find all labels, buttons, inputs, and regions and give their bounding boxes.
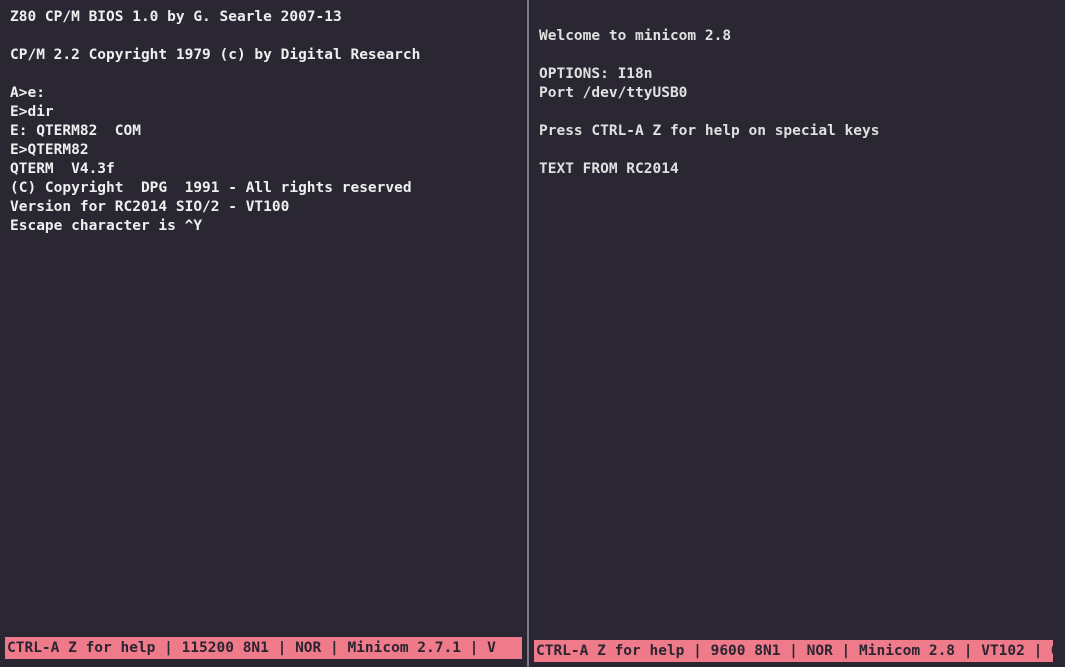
left-terminal-pane[interactable]: Z80 CP/M BIOS 1.0 by G. Searle 2007-13 C…	[0, 0, 529, 667]
right-terminal-output[interactable]: Welcome to minicom 2.8 OPTIONS: I18n Por…	[529, 0, 1063, 640]
left-terminal-output[interactable]: Z80 CP/M BIOS 1.0 by G. Searle 2007-13 C…	[0, 0, 527, 637]
right-status-bar: CTRL-A Z for help | 9600 8N1 | NOR | Min…	[534, 640, 1053, 662]
right-terminal-pane[interactable]: Welcome to minicom 2.8 OPTIONS: I18n Por…	[529, 0, 1063, 667]
left-status-bar: CTRL-A Z for help | 115200 8N1 | NOR | M…	[5, 637, 522, 659]
